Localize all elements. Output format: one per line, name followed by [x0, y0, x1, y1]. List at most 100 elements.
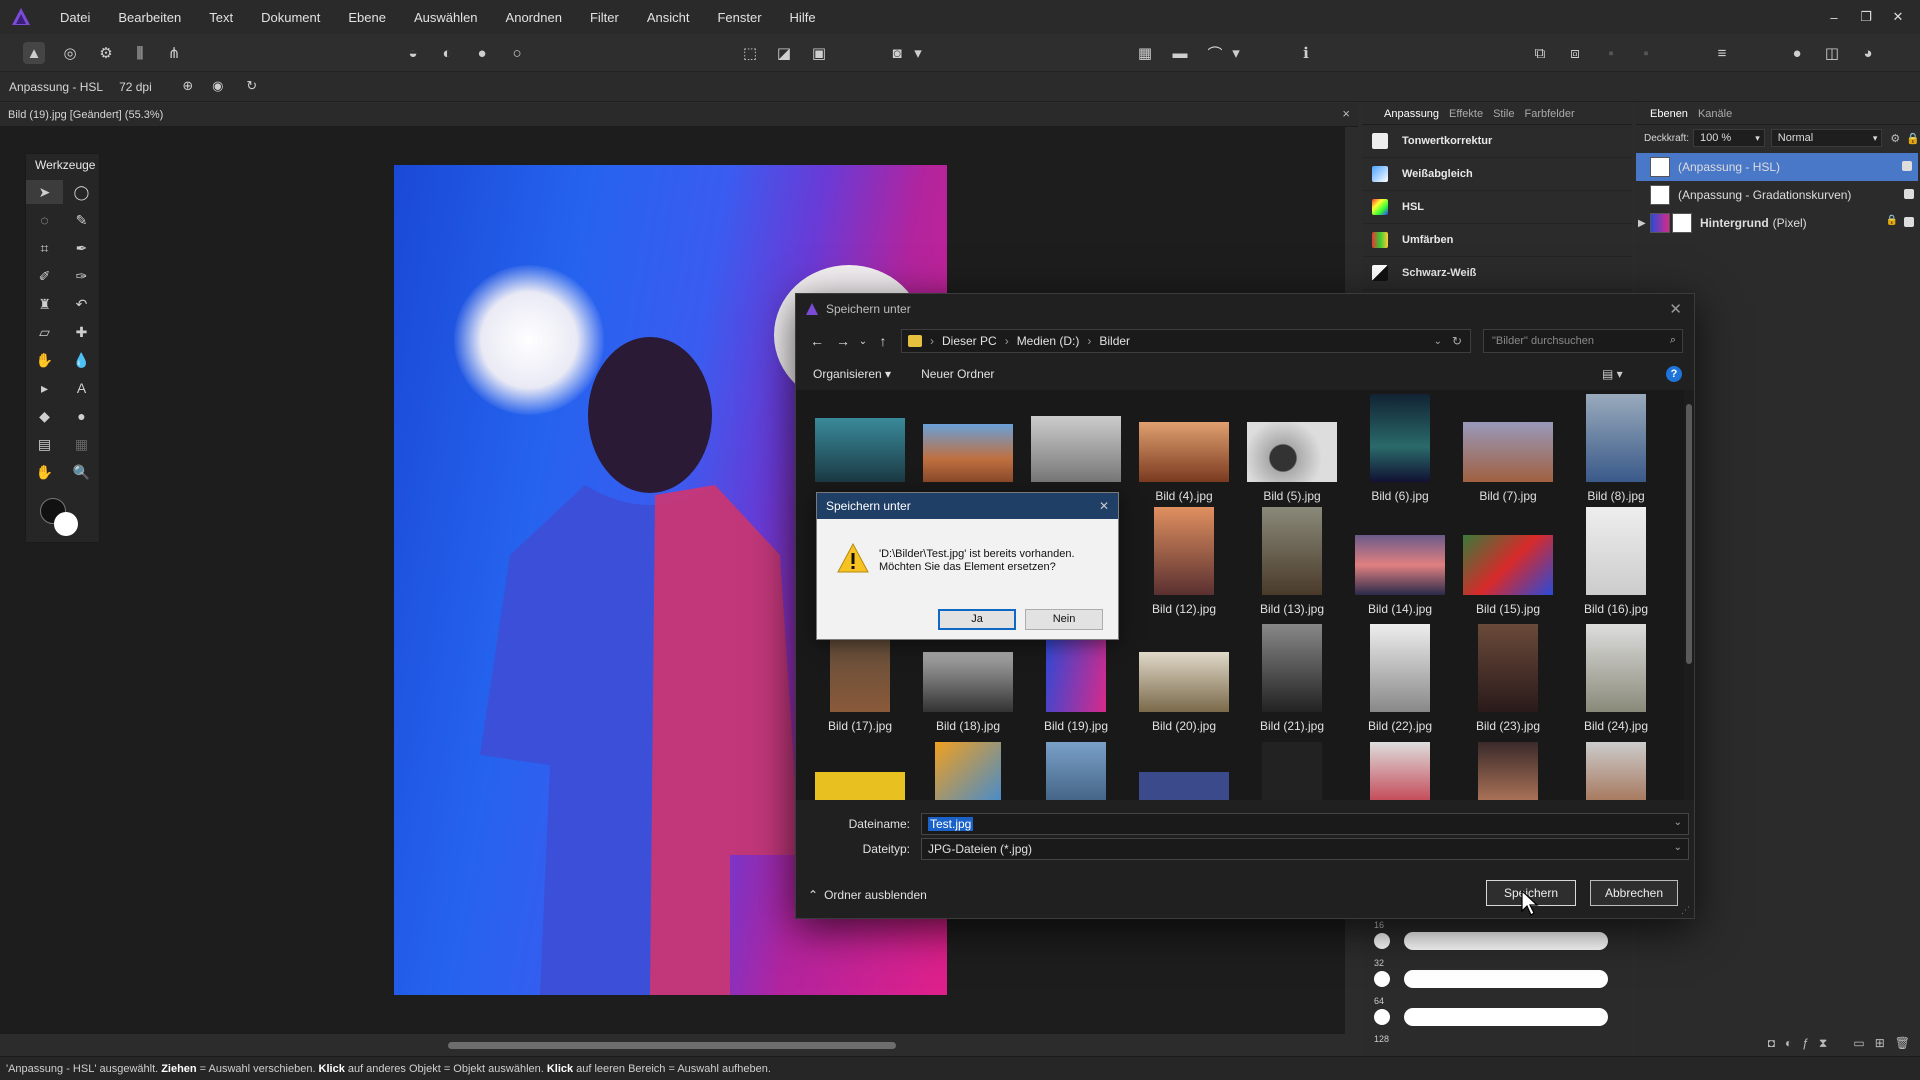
photo-persona-icon[interactable]: ▲: [23, 42, 45, 64]
adjustment-layer-icon[interactable]: ◐: [1785, 1036, 1792, 1050]
menu-ebene[interactable]: Ebene: [334, 10, 400, 25]
menu-auswaehlen[interactable]: Auswählen: [400, 10, 492, 25]
close-window-button[interactable]: ✕: [1882, 9, 1914, 25]
tab-kanaele[interactable]: Kanäle: [1698, 108, 1732, 120]
liquify-persona-icon[interactable]: ◎: [59, 42, 81, 64]
layer-row[interactable]: (Anpassung - HSL): [1636, 153, 1918, 181]
brush-preset[interactable]: 32: [1370, 958, 1610, 997]
expand-triangle-icon[interactable]: ▶: [1638, 218, 1650, 229]
tab-anpassung[interactable]: Anpassung: [1384, 108, 1439, 120]
brush-selection-icon[interactable]: ✎: [63, 208, 100, 232]
chevron-down-icon[interactable]: ▾: [1229, 42, 1243, 64]
fx-icon[interactable]: ƒ: [1802, 1036, 1809, 1050]
zoom-tool-icon[interactable]: 🔍: [63, 460, 100, 484]
settings-gear-icon[interactable]: ⚙: [1890, 132, 1900, 145]
brush-preset[interactable]: 64: [1370, 996, 1610, 1035]
file-item[interactable]: [806, 742, 914, 800]
file-item[interactable]: Bild (16).jpg: [1562, 507, 1670, 616]
organize-button[interactable]: Organisieren ▾: [813, 367, 891, 381]
blur-icon[interactable]: 💧: [63, 348, 100, 372]
magnet-icon[interactable]: ⌒: [1204, 42, 1226, 64]
forward-arrow-icon[interactable]: →: [830, 333, 856, 349]
address-bar[interactable]: › Dieser PC › Medien (D:) › Bilder ⌄ ↻: [901, 329, 1471, 353]
breadcrumb-item[interactable]: Medien (D:): [1017, 334, 1080, 348]
quick-mask-icon[interactable]: ▣: [808, 42, 830, 64]
file-item[interactable]: Bild (5).jpg: [1238, 390, 1346, 503]
document-tab[interactable]: Bild (19).jpg [Geändert] (55.3%) ×: [0, 103, 1358, 127]
arrange-forward-icon[interactable]: ▪: [1600, 42, 1622, 64]
chevron-down-icon[interactable]: ⌄: [1674, 817, 1682, 828]
lasso-selection-icon[interactable]: ◯: [63, 180, 100, 204]
file-item[interactable]: Bild (12).jpg: [1130, 507, 1238, 616]
trash-icon[interactable]: 🗑: [1895, 1036, 1910, 1050]
back-arrow-icon[interactable]: ←: [804, 333, 830, 349]
layer-row[interactable]: (Anpassung - Gradationskurven): [1636, 181, 1920, 209]
dodge-icon[interactable]: ✋: [26, 348, 63, 372]
adjustment-item[interactable]: Schwarz-Weiß: [1362, 257, 1632, 290]
file-item[interactable]: Bild (23).jpg: [1454, 624, 1562, 733]
develop-persona-icon[interactable]: ⚙: [95, 42, 117, 64]
auto-contrast-icon[interactable]: ◐: [436, 42, 458, 64]
layer-visibility-checkbox[interactable]: [1904, 217, 1914, 227]
restore-button[interactable]: ❐: [1850, 9, 1882, 25]
breadcrumb-item[interactable]: Bilder: [1099, 334, 1130, 348]
new-folder-button[interactable]: Neuer Ordner: [921, 367, 994, 381]
brush-preset[interactable]: 128: [1370, 1034, 1610, 1055]
file-item[interactable]: [914, 390, 1022, 486]
horizontal-scrollbar[interactable]: [448, 1042, 896, 1049]
file-item[interactable]: [806, 390, 914, 486]
arrange-back-icon[interactable]: ⧉: [1529, 42, 1551, 64]
menu-dokument[interactable]: Dokument: [247, 10, 334, 25]
lock-icon[interactable]: 🔒: [1886, 215, 1898, 226]
snapping-grid-icon[interactable]: ▦: [1134, 42, 1156, 64]
eraser-icon[interactable]: ▱: [26, 320, 63, 344]
tab-effekte[interactable]: Effekte: [1449, 108, 1483, 120]
file-item[interactable]: Bild (24).jpg: [1562, 624, 1670, 733]
cancel-button[interactable]: Abbrechen: [1590, 880, 1678, 906]
file-item[interactable]: [1454, 742, 1562, 800]
freehand-selection-icon[interactable]: ◌: [26, 208, 63, 232]
clone-stamp-icon[interactable]: ♜: [26, 292, 63, 316]
minimize-button[interactable]: –: [1818, 10, 1850, 25]
filetype-select[interactable]: JPG-Dateien (*.jpg) ⌄: [921, 838, 1689, 860]
align-icon[interactable]: ≡: [1711, 42, 1733, 64]
lock-icon[interactable]: 🔒: [1906, 132, 1920, 145]
dialog-titlebar[interactable]: Speichern unter ✕: [796, 294, 1694, 324]
info-icon[interactable]: ℹ: [1295, 42, 1317, 64]
yes-button[interactable]: Ja: [938, 609, 1016, 630]
file-item[interactable]: [914, 742, 1022, 800]
file-item[interactable]: Bild (14).jpg: [1346, 507, 1454, 616]
menu-filter[interactable]: Filter: [576, 10, 633, 25]
menu-hilfe[interactable]: Hilfe: [776, 10, 830, 25]
pixel-brush-icon[interactable]: ✑: [63, 264, 100, 288]
auto-white-balance-icon[interactable]: ○: [506, 42, 528, 64]
adjustment-item[interactable]: Umfärben: [1362, 224, 1632, 257]
menu-text[interactable]: Text: [195, 10, 247, 25]
invert-selection-icon[interactable]: ◪: [773, 42, 795, 64]
search-input[interactable]: "Bilder" durchsuchen ⌕: [1483, 329, 1683, 353]
mesh-warp-icon[interactable]: ▤: [26, 432, 63, 456]
chevron-down-icon[interactable]: ▾: [911, 42, 925, 64]
tone-mapping-persona-icon[interactable]: ⫼: [129, 42, 151, 64]
filename-input[interactable]: Test.jpg ⌄: [921, 813, 1689, 835]
color-picker-icon[interactable]: ✒: [63, 236, 100, 260]
file-item[interactable]: [1562, 742, 1670, 800]
layer-row[interactable]: ▶ Hintergrund (Pixel) 🔒: [1636, 209, 1920, 237]
crop-tool-icon[interactable]: ⌗: [26, 236, 63, 260]
perspective-icon[interactable]: ▦: [63, 432, 100, 456]
close-document-icon[interactable]: ×: [1342, 106, 1350, 121]
fill-tool-icon[interactable]: ◆: [26, 404, 63, 428]
group-icon[interactable]: ▭: [1853, 1036, 1864, 1050]
layer-visibility-checkbox[interactable]: [1902, 161, 1912, 171]
menu-anordnen[interactable]: Anordnen: [492, 10, 576, 25]
chevron-down-icon[interactable]: ⌄: [856, 336, 870, 347]
tab-farbfelder[interactable]: Farbfelder: [1525, 108, 1575, 120]
file-item[interactable]: [1346, 742, 1454, 800]
file-item[interactable]: Bild (4).jpg: [1130, 390, 1238, 503]
file-item[interactable]: [1022, 390, 1130, 486]
no-button[interactable]: Nein: [1025, 609, 1103, 630]
live-filter-icon[interactable]: ⧗: [1819, 1036, 1827, 1051]
blend-mode-select[interactable]: Normal ▾: [1770, 129, 1883, 147]
tab-ebenen[interactable]: Ebenen: [1650, 108, 1688, 120]
file-item[interactable]: Bild (15).jpg: [1454, 507, 1562, 616]
